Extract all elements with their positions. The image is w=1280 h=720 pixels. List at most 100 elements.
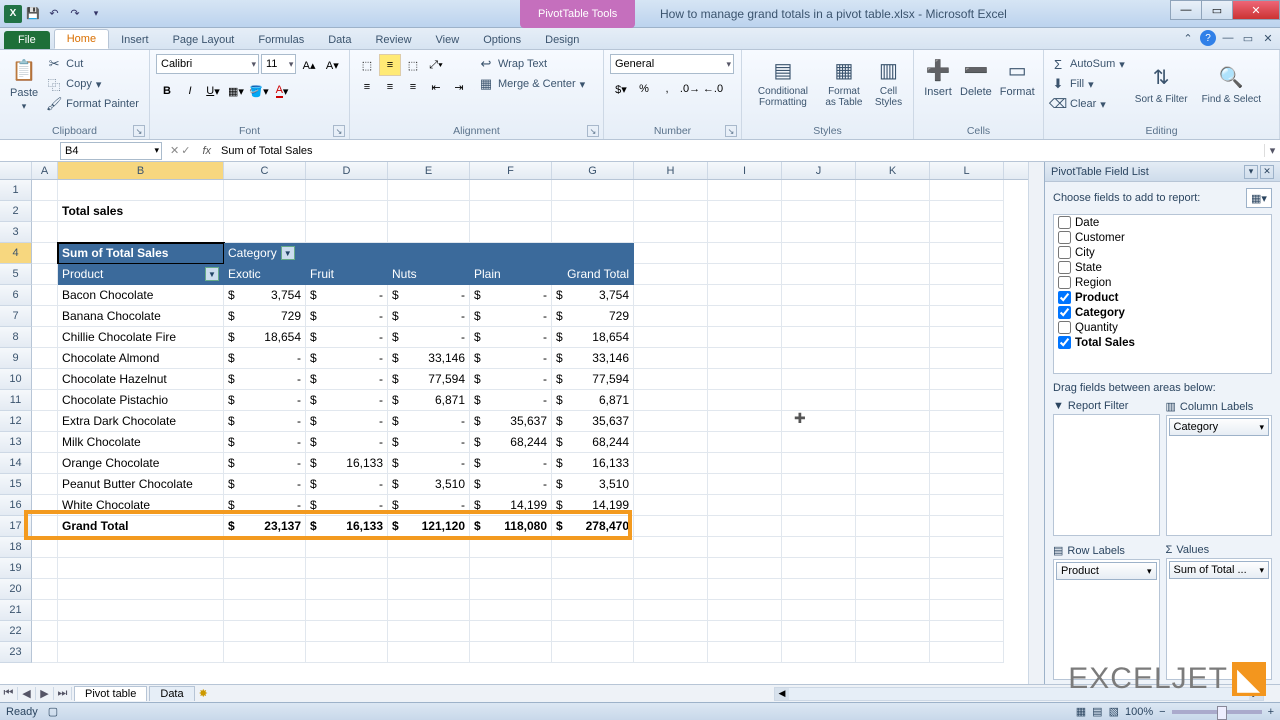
cell[interactable]: [306, 243, 388, 264]
field-checkbox[interactable]: [1058, 291, 1071, 304]
cell[interactable]: [552, 642, 634, 663]
cell[interactable]: $-: [470, 390, 552, 411]
help-icon[interactable]: ?: [1200, 30, 1216, 46]
cell[interactable]: [782, 348, 856, 369]
align-right-icon[interactable]: ≡: [402, 76, 424, 98]
view-normal-icon[interactable]: ▦: [1076, 705, 1086, 718]
formula-input[interactable]: Sum of Total Sales: [217, 145, 1264, 157]
cell[interactable]: [708, 369, 782, 390]
cell[interactable]: $-: [306, 495, 388, 516]
tab-review[interactable]: Review: [363, 31, 423, 49]
cell[interactable]: [708, 558, 782, 579]
row-header-2[interactable]: 2: [0, 201, 32, 222]
cell[interactable]: [782, 369, 856, 390]
tab-insert[interactable]: Insert: [109, 31, 161, 49]
cell[interactable]: $-: [306, 369, 388, 390]
cell[interactable]: $-: [388, 495, 470, 516]
maximize-button[interactable]: ▭: [1201, 0, 1233, 20]
cell[interactable]: [634, 306, 708, 327]
cell[interactable]: [708, 495, 782, 516]
comma-icon[interactable]: ,: [656, 78, 678, 100]
cell[interactable]: $-: [306, 327, 388, 348]
enter-formula-icon[interactable]: ✓: [181, 144, 190, 157]
col-header-G[interactable]: G: [552, 162, 634, 179]
tab-data[interactable]: Data: [316, 31, 363, 49]
field-checkbox[interactable]: [1058, 246, 1071, 259]
cell[interactable]: [224, 558, 306, 579]
qat-redo-icon[interactable]: ↷: [65, 4, 85, 24]
row-header-8[interactable]: 8: [0, 327, 32, 348]
field-quantity[interactable]: Quantity: [1054, 320, 1271, 335]
cell[interactable]: [634, 180, 708, 201]
cell[interactable]: [634, 243, 708, 264]
field-date[interactable]: Date: [1054, 215, 1271, 230]
cell[interactable]: $-: [306, 474, 388, 495]
row-header-9[interactable]: 9: [0, 348, 32, 369]
row-header-19[interactable]: 19: [0, 558, 32, 579]
cell[interactable]: $18,654: [224, 327, 306, 348]
cell[interactable]: [930, 327, 1004, 348]
cell[interactable]: [782, 558, 856, 579]
cell[interactable]: [930, 432, 1004, 453]
row-header-15[interactable]: 15: [0, 474, 32, 495]
row-header-18[interactable]: 18: [0, 537, 32, 558]
cell[interactable]: $33,146: [552, 348, 634, 369]
cell[interactable]: [58, 537, 224, 558]
row-header-7[interactable]: 7: [0, 306, 32, 327]
cell[interactable]: [224, 642, 306, 663]
cell[interactable]: [708, 600, 782, 621]
zoom-out-icon[interactable]: −: [1159, 706, 1165, 718]
cell[interactable]: Nuts: [388, 264, 470, 285]
cell[interactable]: [782, 264, 856, 285]
cell[interactable]: [856, 474, 930, 495]
col-header-I[interactable]: I: [708, 162, 782, 179]
decrease-indent-icon[interactable]: ⇤: [425, 76, 447, 98]
cell[interactable]: $-: [306, 348, 388, 369]
cell[interactable]: [470, 621, 552, 642]
clear-button[interactable]: ⌫Clear ▾: [1050, 94, 1125, 114]
cell[interactable]: [634, 537, 708, 558]
cell[interactable]: [856, 558, 930, 579]
cell[interactable]: $68,244: [470, 432, 552, 453]
cell[interactable]: [782, 285, 856, 306]
sheet-tab-data[interactable]: Data: [149, 686, 194, 701]
field-list-dropdown-icon[interactable]: ▾: [1244, 165, 1258, 179]
column-labels-area[interactable]: ▥Column Labels Category: [1166, 398, 1273, 536]
cell[interactable]: [388, 579, 470, 600]
cell[interactable]: [782, 474, 856, 495]
cell[interactable]: $-: [388, 453, 470, 474]
mdi-minimize-icon[interactable]: —: [1220, 30, 1236, 46]
cell[interactable]: [388, 201, 470, 222]
cell[interactable]: [552, 537, 634, 558]
cell[interactable]: Banana Chocolate: [58, 306, 224, 327]
cell[interactable]: [32, 369, 58, 390]
cell[interactable]: [552, 558, 634, 579]
col-header-A[interactable]: A: [32, 162, 58, 179]
cell[interactable]: [930, 516, 1004, 537]
cell[interactable]: $-: [388, 306, 470, 327]
cell[interactable]: [634, 621, 708, 642]
cell[interactable]: $23,137: [224, 516, 306, 537]
cell[interactable]: [32, 495, 58, 516]
autosum-button[interactable]: ΣAutoSum ▾: [1050, 54, 1125, 74]
format-cells-button[interactable]: ▭Format: [996, 54, 1039, 100]
cell[interactable]: $35,637: [470, 411, 552, 432]
cell[interactable]: [782, 222, 856, 243]
cell[interactable]: [32, 243, 58, 264]
clipboard-launcher[interactable]: ↘: [133, 125, 145, 137]
cell[interactable]: [32, 432, 58, 453]
cell[interactable]: [708, 285, 782, 306]
cell[interactable]: Plain: [470, 264, 552, 285]
field-product[interactable]: Product: [1054, 290, 1271, 305]
cell[interactable]: [856, 348, 930, 369]
row-field-item[interactable]: Product: [1056, 562, 1157, 580]
cell[interactable]: [224, 180, 306, 201]
cell[interactable]: [32, 348, 58, 369]
cell[interactable]: Grand Total: [58, 516, 224, 537]
bold-button[interactable]: B: [156, 80, 178, 102]
col-header-E[interactable]: E: [388, 162, 470, 179]
cell[interactable]: [634, 432, 708, 453]
zoom-slider[interactable]: [1172, 710, 1262, 714]
report-filter-area[interactable]: ▼Report Filter: [1053, 398, 1160, 536]
cell[interactable]: [634, 411, 708, 432]
